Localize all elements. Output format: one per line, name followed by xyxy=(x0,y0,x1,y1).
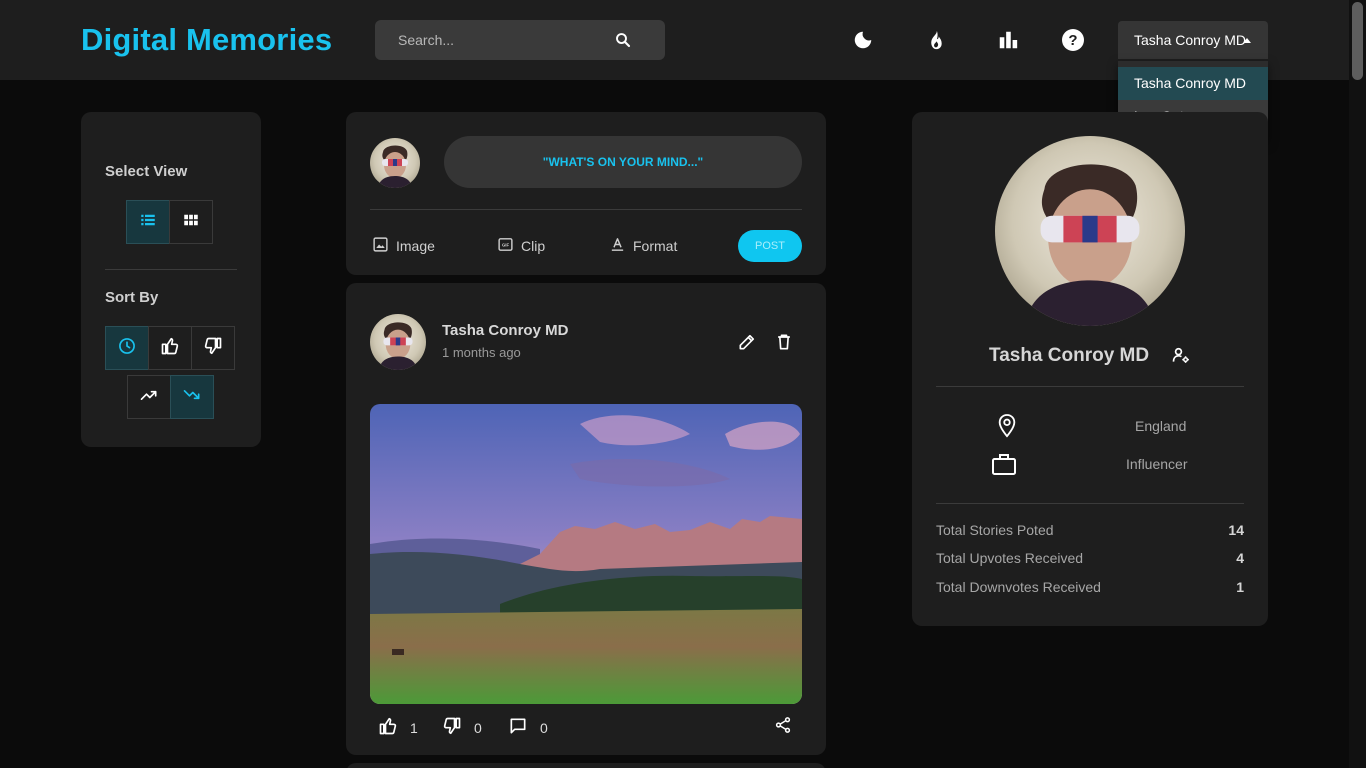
grid-view-icon xyxy=(182,211,200,234)
gif-icon: GIF xyxy=(497,236,514,256)
user-menu-label: Tasha Conroy MD xyxy=(1134,32,1247,48)
briefcase-icon xyxy=(991,452,1017,481)
trending-up-icon xyxy=(139,385,159,410)
user-menu-button[interactable]: Tasha Conroy MD xyxy=(1118,21,1268,59)
downvote-count: 0 xyxy=(474,719,482,736)
upvote-button[interactable]: 1 xyxy=(378,716,418,739)
svg-text:GIF: GIF xyxy=(502,243,509,248)
sort-toggle-group-top xyxy=(105,326,235,370)
post-author-avatar[interactable] xyxy=(370,314,426,370)
fire-icon[interactable] xyxy=(924,28,948,52)
comment-icon xyxy=(508,716,528,739)
profile-card: Tasha Conroy MD England Influencer Total… xyxy=(912,112,1268,626)
app-logo[interactable]: Digital Memories xyxy=(81,22,332,58)
avatar[interactable] xyxy=(370,138,420,188)
next-post-card xyxy=(346,763,826,768)
downvote-button[interactable]: 0 xyxy=(442,716,482,739)
location-icon xyxy=(996,413,1018,444)
image-tool-label: Image xyxy=(396,238,435,254)
trending-down-icon xyxy=(182,385,202,410)
post-image[interactable] xyxy=(370,404,802,704)
sort-newest-button[interactable] xyxy=(105,326,149,370)
clock-icon xyxy=(117,336,137,361)
caret-up-icon xyxy=(1243,38,1251,43)
profile-name: Tasha Conroy MD xyxy=(989,345,1150,366)
list-view-button[interactable] xyxy=(126,200,170,244)
post-composer: "WHAT'S ON YOUR MIND..." Image GIF Clip … xyxy=(346,112,826,275)
svg-text:?: ? xyxy=(1068,32,1077,49)
image-icon xyxy=(372,236,389,256)
grid-view-button[interactable] xyxy=(169,200,213,244)
profile-occupation: Influencer xyxy=(1126,456,1188,472)
view-toggle-group xyxy=(126,200,213,244)
page-scrollbar[interactable] xyxy=(1349,0,1366,768)
help-icon[interactable]: ? xyxy=(1061,28,1085,52)
sidebar-divider xyxy=(105,269,237,270)
format-tool-label: Format xyxy=(633,238,678,254)
sort-trending-up-button[interactable] xyxy=(127,375,171,419)
format-tool-button[interactable]: Format xyxy=(609,236,677,256)
comment-button[interactable]: 0 xyxy=(508,716,548,739)
search-icon[interactable] xyxy=(611,28,635,52)
moon-icon[interactable] xyxy=(851,28,875,52)
search-bar xyxy=(375,20,665,60)
clip-tool-label: Clip xyxy=(521,238,546,254)
stat-value-downvotes: 1 xyxy=(1236,579,1244,595)
profile-divider-bottom xyxy=(936,503,1244,504)
profile-location: England xyxy=(1135,418,1187,434)
sort-trending-down-button[interactable] xyxy=(170,375,214,419)
sort-upvotes-button[interactable] xyxy=(148,326,192,370)
thumbs-down-icon xyxy=(442,716,462,739)
stat-label-upvotes: Total Upvotes Received xyxy=(936,550,1084,566)
trash-icon[interactable] xyxy=(774,332,794,357)
whats-on-your-mind-button[interactable]: "WHAT'S ON YOUR MIND..." xyxy=(444,136,802,188)
view-sort-panel: Select View Sort By xyxy=(81,112,261,447)
image-tool-button[interactable]: Image xyxy=(372,236,435,256)
profile-divider-top xyxy=(936,386,1244,387)
share-icon[interactable] xyxy=(774,716,792,734)
comment-count: 0 xyxy=(540,719,548,736)
scrollbar-thumb[interactable] xyxy=(1352,2,1363,80)
stat-value-stories: 14 xyxy=(1228,522,1244,538)
thumbs-up-icon xyxy=(160,336,180,361)
post-timestamp: 1 months ago xyxy=(442,345,521,360)
edit-icon[interactable] xyxy=(737,332,757,357)
bar-chart-icon[interactable] xyxy=(996,28,1020,52)
search-input[interactable] xyxy=(375,20,605,60)
stat-label-stories: Total Stories Poted xyxy=(936,522,1054,538)
manage-account-icon[interactable] xyxy=(1171,345,1191,370)
sort-by-title: Sort By xyxy=(105,289,159,306)
text-format-icon xyxy=(609,236,626,256)
thumbs-down-icon xyxy=(203,336,223,361)
sort-downvotes-button[interactable] xyxy=(191,326,235,370)
composer-divider xyxy=(370,209,802,210)
stat-label-downvotes: Total Downvotes Received xyxy=(936,579,1101,595)
upvote-count: 1 xyxy=(410,719,418,736)
post-card: Tasha Conroy MD 1 months ago 1 0 0 xyxy=(346,283,826,755)
select-view-title: Select View xyxy=(105,163,188,180)
post-button[interactable]: POST xyxy=(738,230,802,262)
stat-value-upvotes: 4 xyxy=(1236,550,1244,566)
post-author-name[interactable]: Tasha Conroy MD xyxy=(442,322,568,339)
sort-toggle-group-bottom xyxy=(127,375,214,419)
thumbs-up-icon xyxy=(378,716,398,739)
list-view-icon xyxy=(139,211,157,234)
dropdown-item-profile[interactable]: Tasha Conroy MD xyxy=(1118,67,1268,100)
profile-avatar[interactable] xyxy=(995,136,1185,326)
clip-tool-button[interactable]: GIF Clip xyxy=(497,236,545,256)
